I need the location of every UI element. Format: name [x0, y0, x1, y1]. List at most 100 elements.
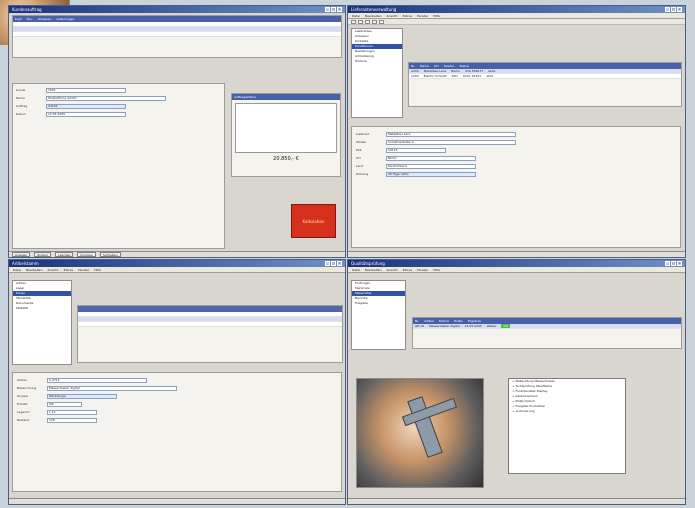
maximize-icon[interactable]: □: [671, 7, 676, 12]
order-input[interactable]: 24101: [46, 103, 126, 109]
minimize-icon[interactable]: _: [325, 7, 330, 12]
edit-button[interactable]: Ändern: [34, 252, 52, 257]
maximize-icon[interactable]: □: [331, 7, 336, 12]
menu-help[interactable]: Hilfe: [94, 268, 101, 272]
supplier-input[interactable]: Metallbau Lenz: [386, 131, 516, 137]
toolbar-button[interactable]: [372, 19, 377, 24]
cell: 12.05.2005: [464, 324, 482, 328]
country-input[interactable]: Deutschland: [386, 163, 476, 169]
screenshot-frame: Kundenauftrag _ □ × Kopf Pos. Adressen L…: [0, 0, 695, 508]
description-input[interactable]: Messschieber digital: [47, 385, 177, 391]
menu-tools[interactable]: Extras: [64, 268, 73, 272]
menu-tools[interactable]: Extras: [403, 14, 412, 18]
tree-item-statistics[interactable]: Statistik: [13, 306, 71, 311]
close-icon[interactable]: ×: [677, 261, 682, 266]
article-label: Artikel: [17, 378, 27, 382]
menu-view[interactable]: Ansicht: [387, 268, 398, 272]
delete-button[interactable]: Löschen: [55, 252, 74, 257]
table-row[interactable]: 1204 Elektro Schmitt Köln 0221 44321 akt…: [409, 74, 681, 79]
order-grid-row[interactable]: [13, 32, 341, 37]
tab-positionen[interactable]: Pos.: [27, 17, 33, 21]
payment-label: Zahlung: [356, 172, 369, 176]
minimize-icon[interactable]: _: [325, 261, 330, 266]
column-number: Nr.: [415, 319, 420, 323]
window-controls: _ □ ×: [665, 7, 682, 12]
unit-input[interactable]: Stk: [47, 401, 82, 407]
menu-file[interactable]: Datei: [352, 268, 360, 272]
customer-input[interactable]: 1001: [46, 87, 126, 93]
title-bar: Kundenauftrag _ □ ×: [9, 6, 345, 13]
article-input[interactable]: A-4711: [47, 377, 147, 383]
menu-window[interactable]: Fenster: [78, 268, 89, 272]
supplier-field-row: Lieferant Metallbau Lenz: [356, 131, 676, 137]
group-label: Gruppe: [17, 394, 29, 398]
menu-edit[interactable]: Bearbeiten: [26, 268, 42, 272]
cell: 0221 44321: [463, 74, 482, 78]
calculation-label: Kalkulation: [302, 218, 325, 224]
tree-item-release[interactable]: Freigabe: [352, 301, 405, 306]
menu-file[interactable]: Datei: [13, 268, 21, 272]
window-title: Qualitätsprüfung: [351, 261, 385, 266]
title-bar: Qualitätsprüfung _ □ ×: [348, 260, 685, 267]
description-field-row: Bezeichnung Messschieber digital: [17, 385, 337, 391]
postcode-input[interactable]: 10115: [386, 147, 446, 153]
menu-edit[interactable]: Bearbeiten: [365, 268, 381, 272]
maximize-icon[interactable]: □: [331, 261, 336, 266]
toolbar-button[interactable]: [351, 19, 356, 24]
description-label: Bezeichnung: [17, 386, 37, 390]
table-row[interactable]: [78, 322, 342, 327]
group-field-row: Gruppe Werkzeuge: [17, 393, 337, 399]
menu-window[interactable]: Fenster: [417, 14, 428, 18]
tab-adressen[interactable]: Adressen: [38, 17, 52, 21]
name-input[interactable]: Musterfirma GmbH: [46, 95, 166, 101]
window-title: Kundenauftrag: [12, 7, 42, 12]
name-field-row: Name Musterfirma GmbH: [16, 95, 221, 101]
menu-file[interactable]: Datei: [352, 14, 360, 18]
menu-window[interactable]: Fenster: [417, 268, 428, 272]
list-item[interactable]: Archivierung: [509, 409, 625, 414]
location-input[interactable]: L-12: [47, 409, 97, 415]
group-input[interactable]: Werkzeuge: [47, 393, 117, 399]
stock-label: Bestand: [17, 418, 30, 422]
menu-view[interactable]: Ansicht: [387, 14, 398, 18]
order-grid-panel: Kopf Pos. Adressen Lieferungen: [12, 15, 342, 58]
menu-view[interactable]: Ansicht: [48, 268, 59, 272]
street-input[interactable]: Industriestraße 4: [386, 139, 516, 145]
close-button[interactable]: Schließen: [99, 252, 121, 257]
column-number: Nr.: [411, 64, 416, 68]
toolbar-button[interactable]: [358, 19, 363, 24]
tab-lieferungen[interactable]: Lieferungen: [56, 17, 74, 21]
street-label: Straße: [356, 140, 366, 144]
cell: 030 556677: [465, 69, 484, 73]
cell: QP-19: [415, 324, 425, 328]
stock-input[interactable]: 128: [47, 417, 97, 423]
tab-kopf[interactable]: Kopf: [15, 17, 22, 21]
minimize-icon[interactable]: _: [665, 261, 670, 266]
menu-help[interactable]: Hilfe: [433, 268, 440, 272]
calculation-red-box[interactable]: Kalkulation: [291, 204, 336, 238]
article-field-row: Artikel A-4711: [17, 377, 337, 383]
postcode-field-row: PLZ 10115: [356, 147, 676, 153]
table-row[interactable]: QP-19 Messschieber digital 12.05.2005 We…: [413, 324, 681, 329]
maximize-icon[interactable]: □: [671, 261, 676, 266]
cell: Köln: [451, 74, 459, 78]
summary-title: Auftragsstatus: [232, 94, 340, 100]
name-label: Name: [16, 96, 25, 100]
column-result: Ergebnis: [467, 319, 481, 323]
toolbar-button[interactable]: [365, 19, 370, 24]
payment-input[interactable]: 30 Tage netto: [386, 171, 476, 177]
print-button[interactable]: Drucken: [77, 252, 96, 257]
create-button[interactable]: Anlegen: [12, 252, 31, 257]
menu-edit[interactable]: Bearbeiten: [365, 14, 381, 18]
close-icon[interactable]: ×: [337, 261, 342, 266]
menu-help[interactable]: Hilfe: [433, 14, 440, 18]
close-icon[interactable]: ×: [677, 7, 682, 12]
city-input[interactable]: Berlin: [386, 155, 476, 161]
toolbar-button[interactable]: [379, 19, 384, 24]
minimize-icon[interactable]: _: [665, 7, 670, 12]
close-icon[interactable]: ×: [337, 7, 342, 12]
order-detail-panel: Kunde 1001 Name Musterfirma GmbH Auftrag…: [12, 83, 225, 249]
tree-item-history[interactable]: Historie: [352, 59, 402, 64]
menu-tools[interactable]: Extras: [403, 268, 412, 272]
date-input[interactable]: 12.05.2005: [46, 111, 126, 117]
